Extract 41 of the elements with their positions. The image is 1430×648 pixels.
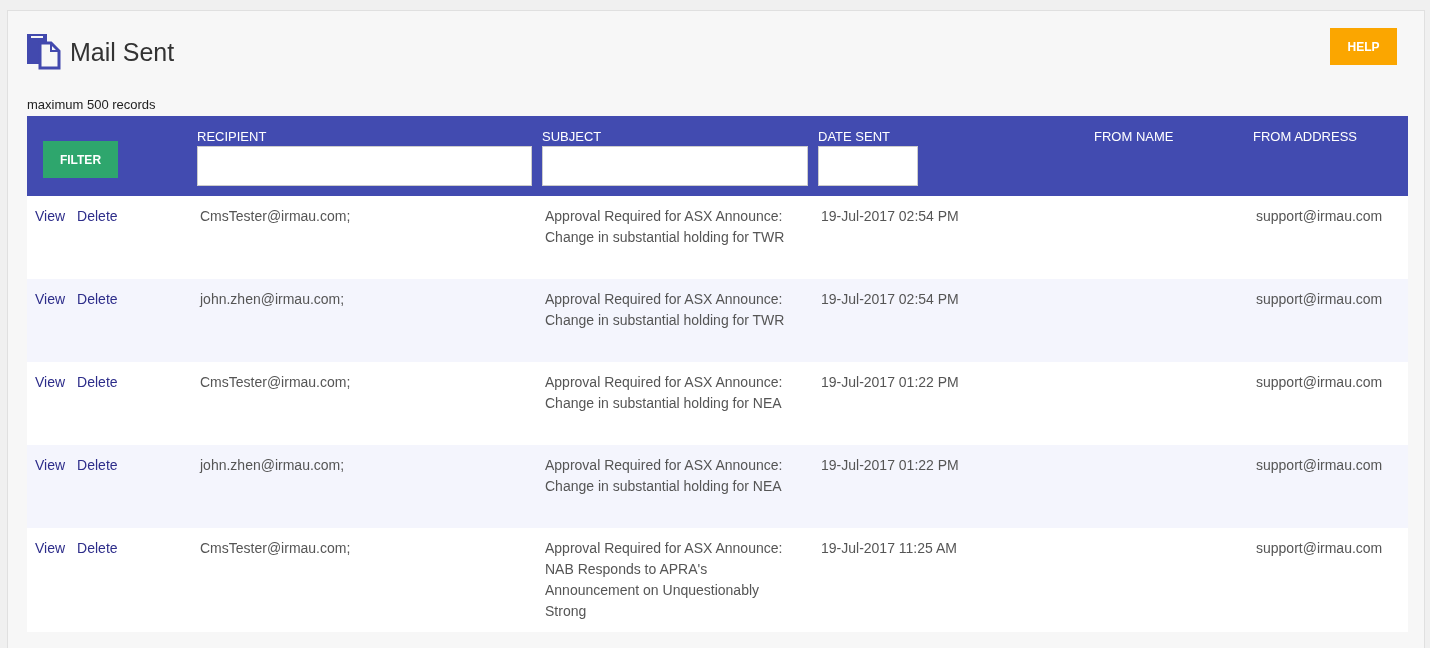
from-address-cell: support@irmau.com [1256, 208, 1383, 224]
date-cell: 19-Jul-2017 02:54 PM [821, 291, 959, 307]
documents-icon [27, 34, 61, 70]
filter-field[interactable] [542, 146, 808, 186]
from-address-cell: support@irmau.com [1256, 374, 1383, 390]
filter-field[interactable] [197, 146, 532, 186]
row-action-link[interactable]: Delete [77, 538, 118, 632]
row-action-link[interactable]: View [35, 455, 66, 528]
filter-field[interactable] [818, 146, 918, 186]
subject-cell: Approval Required for ASX Announce: Change in substantial holding for NEA [545, 457, 783, 494]
row-action-link[interactable]: Delete [77, 455, 118, 528]
date-cell: 19-Jul-2017 01:22 PM [821, 457, 959, 473]
date-cell: 19-Jul-2017 02:54 PM [821, 208, 959, 224]
column-header: FROM ADDRESS [1253, 128, 1358, 145]
row-action-link[interactable]: View [35, 538, 66, 632]
from-address-cell: support@irmau.com [1256, 457, 1383, 473]
from-address-cell: support@irmau.com [1256, 291, 1383, 307]
column-header: SUBJECT [542, 128, 603, 145]
row-action-link[interactable]: Delete [77, 372, 118, 445]
column-header: RECIPIENT [197, 128, 268, 145]
page-title: Mail Sent [70, 37, 175, 67]
row-action-link[interactable]: View [35, 206, 66, 279]
row-action-link[interactable]: View [35, 289, 66, 362]
subject-cell: Approval Required for ASX Announce: Change in substantial holding for TWR [545, 208, 785, 245]
subject-cell: Approval Required for ASX Announce: NAB Responds to APRA's Announcement on Unquestionably Strong [545, 540, 783, 619]
recipient-cell: CmsTester@irmau.com; [200, 374, 351, 390]
date-cell: 19-Jul-2017 01:22 PM [821, 374, 959, 390]
record-note: maximum 500 records [27, 97, 157, 114]
row-action-link[interactable]: View [35, 372, 66, 445]
column-header: DATE SENT [818, 128, 891, 145]
row-action-link[interactable]: Delete [77, 289, 118, 362]
subject-cell: Approval Required for ASX Announce: Change in substantial holding for TWR [545, 291, 785, 328]
subject-cell: Approval Required for ASX Announce: Change in substantial holding for NEA [545, 374, 783, 411]
recipient-cell: john.zhen@irmau.com; [200, 291, 345, 307]
recipient-cell: CmsTester@irmau.com; [200, 540, 351, 556]
recipient-cell: john.zhen@irmau.com; [200, 457, 345, 473]
from-address-cell: support@irmau.com [1256, 540, 1383, 556]
column-header: FROM NAME [1094, 128, 1175, 145]
recipient-cell: CmsTester@irmau.com; [200, 208, 351, 224]
row-action-link[interactable]: Delete [77, 206, 118, 279]
date-cell: 19-Jul-2017 11:25 AM [821, 540, 957, 556]
